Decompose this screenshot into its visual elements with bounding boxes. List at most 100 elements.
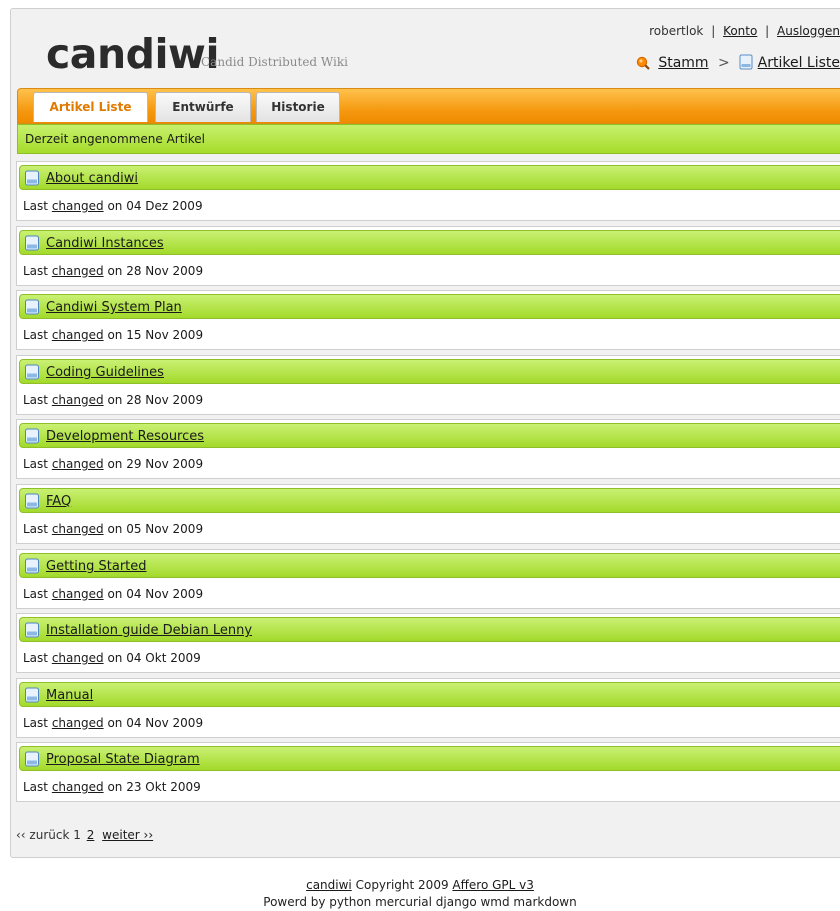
meta-prefix: Last	[23, 328, 48, 343]
footer-powered-by: Powerd by python mercurial django wmd ma…	[263, 895, 577, 909]
article-meta: Last changed on 04 Dez 2009	[23, 199, 203, 213]
breadcrumb: Stamm > Artikel Liste	[636, 54, 840, 74]
article-meta: Last changed on 04 Nov 2009	[23, 587, 203, 601]
document-icon	[24, 170, 40, 189]
article-date: 04 Nov 2009	[126, 715, 204, 730]
changed-link[interactable]: changed	[52, 199, 104, 213]
list-item-header: About candiwi	[19, 165, 840, 190]
changed-link[interactable]: changed	[52, 780, 104, 794]
list-item: Proposal State Diagram Last changed on 23…	[16, 742, 840, 803]
article-title-link[interactable]: Installation guide Debian Lenny	[46, 623, 252, 638]
changed-link[interactable]: changed	[52, 264, 104, 278]
section-header: Derzeit angenommene Artikel	[17, 124, 840, 154]
meta-prefix: Last	[23, 780, 48, 795]
list-item-header: Candiwi System Plan	[19, 294, 840, 320]
meta-suffix: on	[107, 522, 123, 536]
document-icon	[24, 751, 40, 770]
meta-suffix: on	[107, 199, 123, 213]
article-title-link[interactable]: Getting Started	[46, 559, 147, 574]
list-item: FAQ Last changed on 05 Nov 2009	[16, 484, 840, 544]
article-meta: Last changed on 28 Nov 2009	[23, 264, 203, 278]
article-title-link[interactable]: Coding Guidelines	[46, 365, 164, 380]
article-date: 28 Nov 2009	[126, 263, 204, 278]
article-date: 15 Nov 2009	[126, 328, 204, 343]
article-title-link[interactable]: Proposal State Diagram	[46, 752, 200, 767]
article-meta: Last changed on 04 Nov 2009	[23, 716, 203, 730]
list-item: Candiwi System Plan Last changed on 15 No…	[16, 290, 840, 351]
meta-prefix: Last	[23, 199, 48, 213]
tab-artikel-liste[interactable]: Artikel Liste	[33, 92, 148, 122]
changed-link[interactable]: changed	[52, 716, 104, 730]
list-item: Candiwi Instances Last changed on 28 Nov …	[16, 225, 840, 286]
meta-suffix: on	[107, 586, 123, 601]
footer-license-link[interactable]: Affero GPL v3	[452, 878, 533, 892]
breadcrumb-current-link[interactable]: Artikel Liste	[758, 55, 840, 71]
article-meta: Last changed on 28 Nov 2009	[23, 393, 203, 407]
breadcrumb-separator: >	[718, 55, 730, 71]
list-item: Coding Guidelines Last changed on 28 Nov …	[16, 354, 840, 415]
meta-suffix: on	[107, 715, 123, 730]
separator: |	[711, 24, 716, 38]
footer: candiwi Copyright 2009 Affero GPL v3 Pow…	[0, 877, 840, 911]
article-date: 04 Dez 2009	[126, 199, 203, 213]
meta-suffix: on	[107, 651, 123, 666]
meta-suffix: on	[107, 263, 123, 278]
logout-link[interactable]: Ausloggen	[777, 24, 840, 38]
list-item: About candiwi Last changed on 04 Dez 2009	[16, 161, 840, 221]
footer-copyright: Copyright 2009	[355, 878, 449, 892]
changed-link[interactable]: changed	[52, 587, 104, 601]
document-icon	[24, 493, 40, 512]
search-icon	[636, 56, 650, 74]
article-title-link[interactable]: About candiwi	[46, 171, 138, 186]
document-icon	[24, 299, 40, 318]
footer-line-1: candiwi Copyright 2009 Affero GPL v3	[0, 877, 840, 894]
list-item-header: Coding Guidelines	[19, 358, 840, 384]
meta-suffix: on	[107, 457, 123, 472]
document-icon	[24, 428, 40, 447]
changed-link[interactable]: changed	[52, 328, 104, 342]
article-date: 29 Nov 2009	[126, 457, 204, 472]
article-date: 04 Okt 2009	[126, 651, 201, 666]
article-title-link[interactable]: Manual	[46, 688, 93, 703]
tab-entwuerfe[interactable]: Entwürfe	[155, 92, 251, 122]
article-title-link[interactable]: Candiwi System Plan	[46, 300, 182, 315]
article-title-link[interactable]: Candiwi Instances	[46, 236, 164, 251]
pagination-next[interactable]: weiter ››	[102, 828, 153, 842]
footer-brand-link[interactable]: candiwi	[306, 878, 352, 892]
list-item-header: FAQ	[19, 488, 840, 513]
document-icon	[24, 235, 40, 254]
site-logo[interactable]: candiwi	[46, 34, 220, 75]
article-meta: Last changed on 04 Okt 2009	[23, 651, 201, 665]
article-title-link[interactable]: Development Resources	[46, 429, 204, 444]
meta-suffix: on	[107, 328, 123, 343]
changed-link[interactable]: changed	[52, 522, 104, 536]
article-title-link[interactable]: FAQ	[46, 494, 71, 509]
article-meta: Last changed on 29 Nov 2009	[23, 457, 203, 471]
list-item: Manual Last changed on 04 Nov 2009	[16, 677, 840, 738]
meta-suffix: on	[107, 780, 123, 795]
meta-prefix: Last	[23, 522, 48, 536]
article-meta: Last changed on 23 Okt 2009	[23, 780, 201, 794]
list-item-header: Getting Started	[19, 552, 840, 578]
document-icon	[24, 558, 40, 577]
list-item-header: Installation guide Debian Lenny	[19, 617, 840, 643]
pagination: ‹‹ zurück 1 2 weiter ››	[16, 828, 155, 842]
account-link[interactable]: Konto	[723, 24, 757, 38]
changed-link[interactable]: changed	[52, 651, 104, 665]
pagination-current-page: 1	[73, 828, 81, 842]
changed-link[interactable]: changed	[52, 457, 104, 471]
document-icon	[24, 622, 40, 641]
meta-prefix: Last	[23, 715, 48, 730]
meta-prefix: Last	[23, 263, 48, 278]
article-meta: Last changed on 05 Nov 2009	[23, 522, 203, 536]
article-date: 23 Okt 2009	[126, 780, 201, 795]
meta-prefix: Last	[23, 651, 48, 666]
changed-link[interactable]: changed	[52, 393, 104, 407]
list-item-header: Development Resources	[19, 423, 840, 449]
list-item: Getting Started Last changed on 04 Nov 20…	[16, 548, 840, 609]
breadcrumb-root-link[interactable]: Stamm	[658, 55, 708, 71]
article-meta: Last changed on 15 Nov 2009	[23, 328, 203, 342]
pagination-page-2[interactable]: 2	[87, 828, 95, 842]
article-date: 28 Nov 2009	[126, 392, 204, 407]
tab-historie[interactable]: Historie	[256, 92, 340, 122]
